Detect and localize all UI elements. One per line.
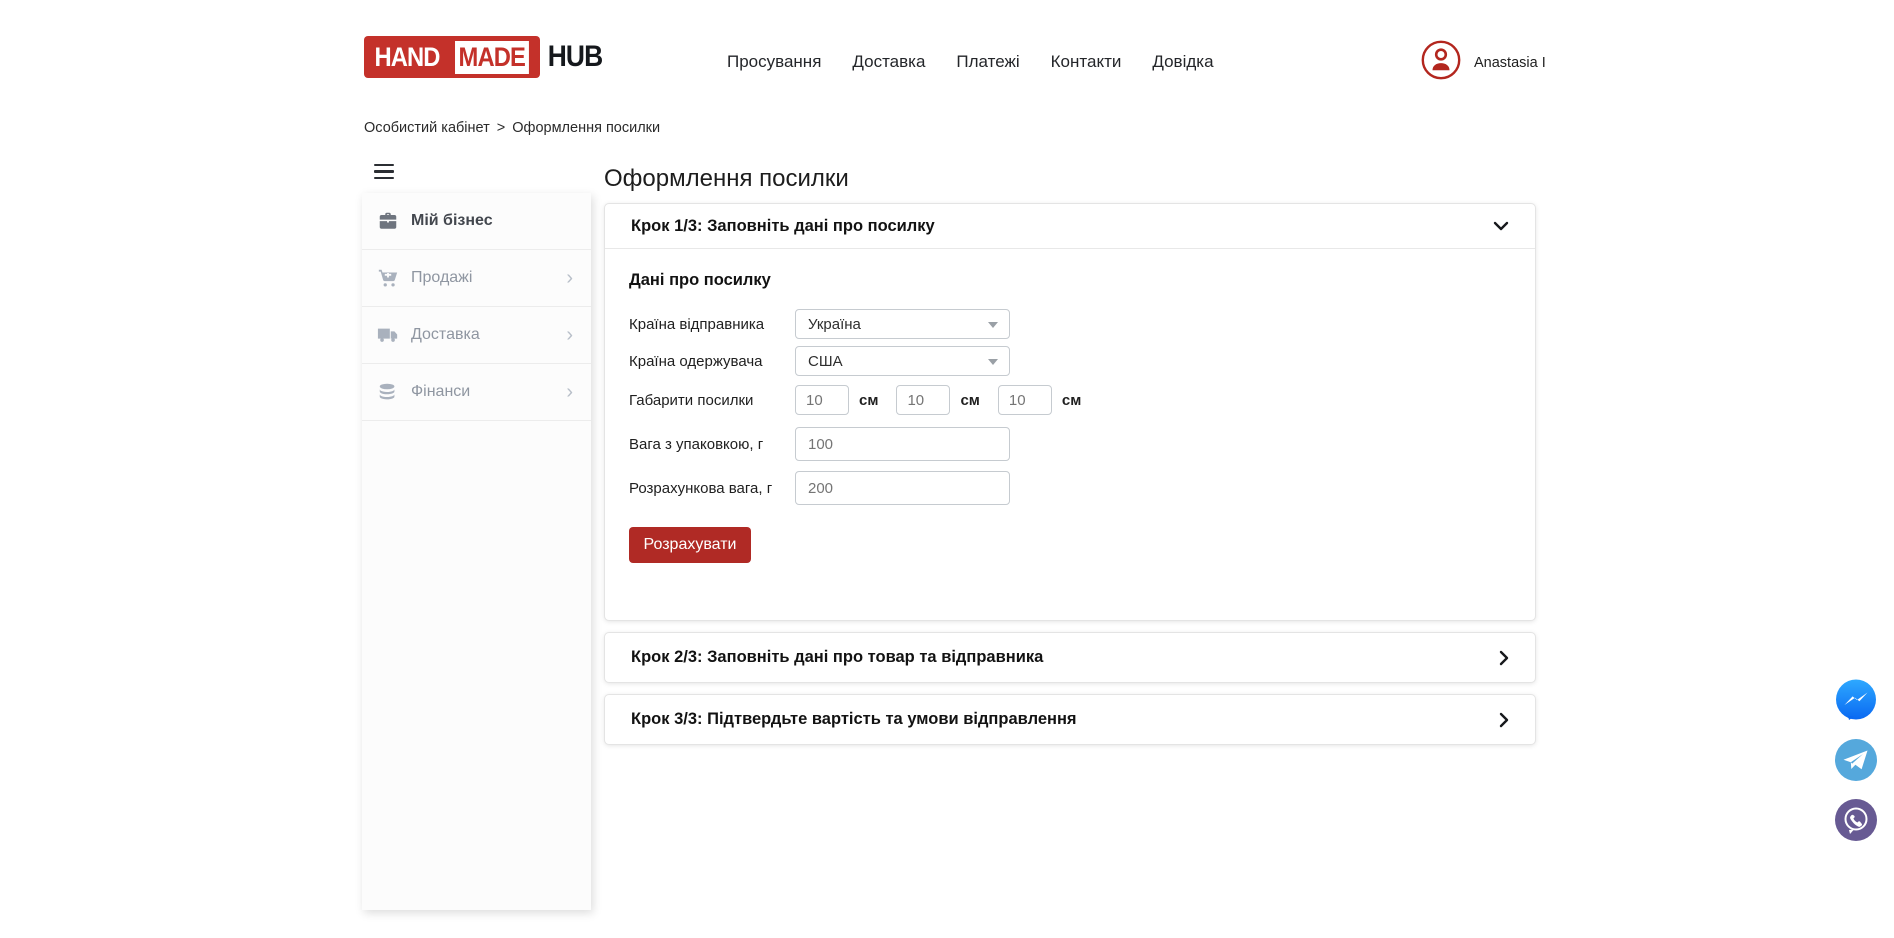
chevron-right-icon: › [566, 268, 573, 288]
truck-icon [376, 323, 400, 347]
avatar-icon [1421, 40, 1461, 85]
sidebar-item-label: Мій бізнес [411, 212, 573, 230]
social-buttons [1834, 678, 1878, 842]
user-name: Anastasia I [1474, 55, 1546, 71]
dimension-length-input[interactable] [795, 385, 849, 415]
logo-made-text: MADE [455, 41, 528, 74]
chevron-right-icon [1499, 712, 1509, 728]
sidebar-item-label: Доставка [411, 326, 566, 344]
briefcase-icon [376, 209, 400, 233]
sender-country-row: Країна відправника Україна [629, 309, 1511, 339]
menu-toggle-button[interactable] [374, 164, 394, 179]
viber-button[interactable] [1834, 798, 1878, 842]
recipient-country-value: США [808, 353, 843, 370]
sidebar-item-my-business[interactable]: Мій бізнес [362, 193, 591, 250]
logo-hub-text: HUB [547, 40, 602, 74]
unit-cm-label: см [859, 392, 878, 409]
sender-country-value: Україна [808, 316, 861, 333]
sidebar: Мій бізнес Продажі › Доставка › [362, 193, 591, 910]
accordion-step-3-header[interactable]: Крок 3/3: Підтвердьте вартість та умови … [605, 695, 1535, 744]
calculate-button[interactable]: Розрахувати [629, 527, 751, 563]
recipient-country-label: Країна одержувача [629, 353, 795, 370]
recipient-country-row: Країна одержувача США [629, 346, 1511, 376]
step-1-label: Крок 1/3: Заповніть дані про посилку [631, 217, 935, 236]
calc-weight-input[interactable] [795, 471, 1010, 505]
logo[interactable]: HAND MADE HUB [364, 36, 606, 78]
nav-item-delivery[interactable]: Доставка [852, 52, 925, 72]
accordion-step-3: Крок 3/3: Підтвердьте вартість та умови … [604, 694, 1536, 745]
breadcrumb: Особистий кабінет > Оформлення посилки [364, 120, 660, 136]
unit-cm-label: см [960, 392, 979, 409]
telegram-icon [1834, 738, 1878, 782]
step-3-label: Крок 3/3: Підтвердьте вартість та умови … [631, 710, 1077, 729]
dimension-width-input[interactable] [896, 385, 950, 415]
main-nav: Просування Доставка Платежі Контакти Дов… [727, 52, 1214, 72]
coins-icon [376, 380, 400, 404]
form-section-heading: Дані про посилку [629, 271, 1511, 290]
messenger-icon [1834, 678, 1878, 722]
recipient-country-select[interactable]: США [795, 346, 1010, 376]
weight-label: Вага з упаковкою, г [629, 436, 795, 453]
step-2-label: Крок 2/3: Заповніть дані про товар та ві… [631, 648, 1043, 667]
calc-weight-row: Розрахункова вага, г [629, 471, 1511, 505]
nav-item-contacts[interactable]: Контакти [1051, 52, 1122, 72]
logo-hand-text: HAND [374, 42, 439, 73]
chevron-right-icon: › [566, 325, 573, 345]
page-title: Оформлення посилки [604, 166, 1536, 192]
unit-cm-label: см [1062, 392, 1081, 409]
page: HAND MADE HUB Просування Доставка Платеж… [0, 0, 1894, 938]
sidebar-item-finance[interactable]: Фінанси › [362, 364, 591, 421]
breadcrumb-separator: > [497, 120, 505, 136]
breadcrumb-link-cabinet[interactable]: Особистий кабінет [364, 120, 490, 136]
sender-country-select[interactable]: Україна [795, 309, 1010, 339]
dropdown-arrow-icon [988, 322, 998, 328]
nav-item-help[interactable]: Довідка [1152, 52, 1213, 72]
weight-input[interactable] [795, 427, 1010, 461]
weight-row: Вага з упаковкою, г [629, 427, 1511, 461]
accordion-step-1: Крок 1/3: Заповніть дані про посилку Дан… [604, 203, 1536, 621]
accordion-step-2: Крок 2/3: Заповніть дані про товар та ві… [604, 632, 1536, 683]
cart-icon [376, 266, 400, 290]
dropdown-arrow-icon [988, 359, 998, 365]
dimensions-label: Габарити посилки [629, 392, 795, 409]
chevron-down-icon [1493, 221, 1509, 231]
nav-item-payments[interactable]: Платежі [956, 52, 1019, 72]
dimension-height-input[interactable] [998, 385, 1052, 415]
chevron-right-icon: › [566, 382, 573, 402]
dimensions-row: Габарити посилки см см см [629, 385, 1511, 415]
nav-item-promotion[interactable]: Просування [727, 52, 821, 72]
logo-red-badge: HAND MADE [364, 36, 540, 78]
accordion-step-2-header[interactable]: Крок 2/3: Заповніть дані про товар та ві… [605, 633, 1535, 682]
sidebar-item-delivery[interactable]: Доставка › [362, 307, 591, 364]
sidebar-item-label: Фінанси [411, 383, 566, 401]
step-1-panel: Дані про посилку Країна відправника Укра… [605, 249, 1535, 620]
calc-weight-label: Розрахункова вага, г [629, 480, 795, 497]
messenger-button[interactable] [1834, 678, 1878, 722]
accordion-step-1-header[interactable]: Крок 1/3: Заповніть дані про посилку [605, 204, 1535, 249]
sender-country-label: Країна відправника [629, 316, 795, 333]
chevron-right-icon [1499, 650, 1509, 666]
main-content: Оформлення посилки Крок 1/3: Заповніть д… [604, 166, 1536, 745]
viber-icon [1834, 798, 1878, 842]
sidebar-item-label: Продажі [411, 269, 566, 287]
sidebar-item-sales[interactable]: Продажі › [362, 250, 591, 307]
telegram-button[interactable] [1834, 738, 1878, 782]
user-menu[interactable]: Anastasia I [1421, 40, 1546, 85]
breadcrumb-current: Оформлення посилки [512, 120, 660, 136]
